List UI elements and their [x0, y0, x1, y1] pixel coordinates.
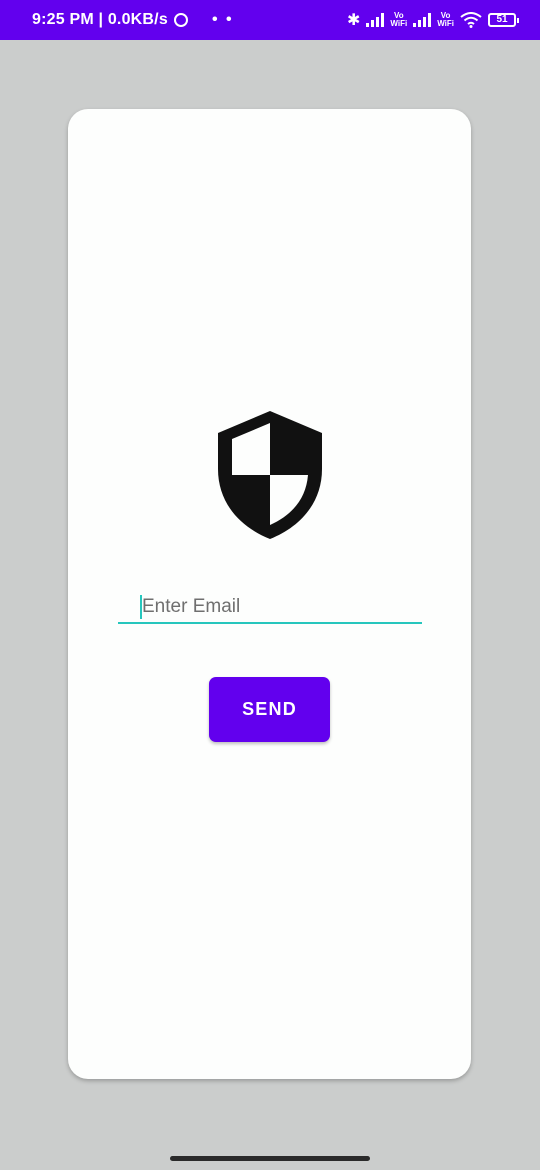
signal-strength-icon-1 [366, 13, 385, 27]
vo-wifi-icon-2: Vo WiFi [437, 11, 454, 28]
status-right: ✱ Vo WiFi Vo WiFi 51 [346, 10, 519, 30]
email-placeholder: Enter Email [142, 596, 241, 617]
status-left: 9:25 PM | 0.0KB/s • • [32, 11, 234, 29]
home-indicator[interactable] [170, 1156, 370, 1161]
email-input[interactable]: Enter Email [118, 592, 422, 624]
bluetooth-icon: ✱ [346, 12, 361, 29]
notification-dots: • • [211, 11, 234, 28]
wifi-icon [460, 12, 482, 28]
send-button[interactable]: SEND [209, 677, 330, 742]
battery-icon: 51 [488, 13, 519, 27]
security-shield-icon [218, 411, 322, 539]
alarm-icon [173, 13, 188, 27]
vo-wifi-icon-1: Vo WiFi [390, 11, 408, 28]
signal-strength-icon-2 [413, 13, 432, 27]
content-card: Enter Email SEND [68, 109, 471, 1079]
status-bar: 9:25 PM | 0.0KB/s • • ✱ Vo WiFi Vo WiFi … [0, 0, 540, 40]
time-network-speed: 9:25 PM | 0.0KB/s [32, 11, 168, 28]
